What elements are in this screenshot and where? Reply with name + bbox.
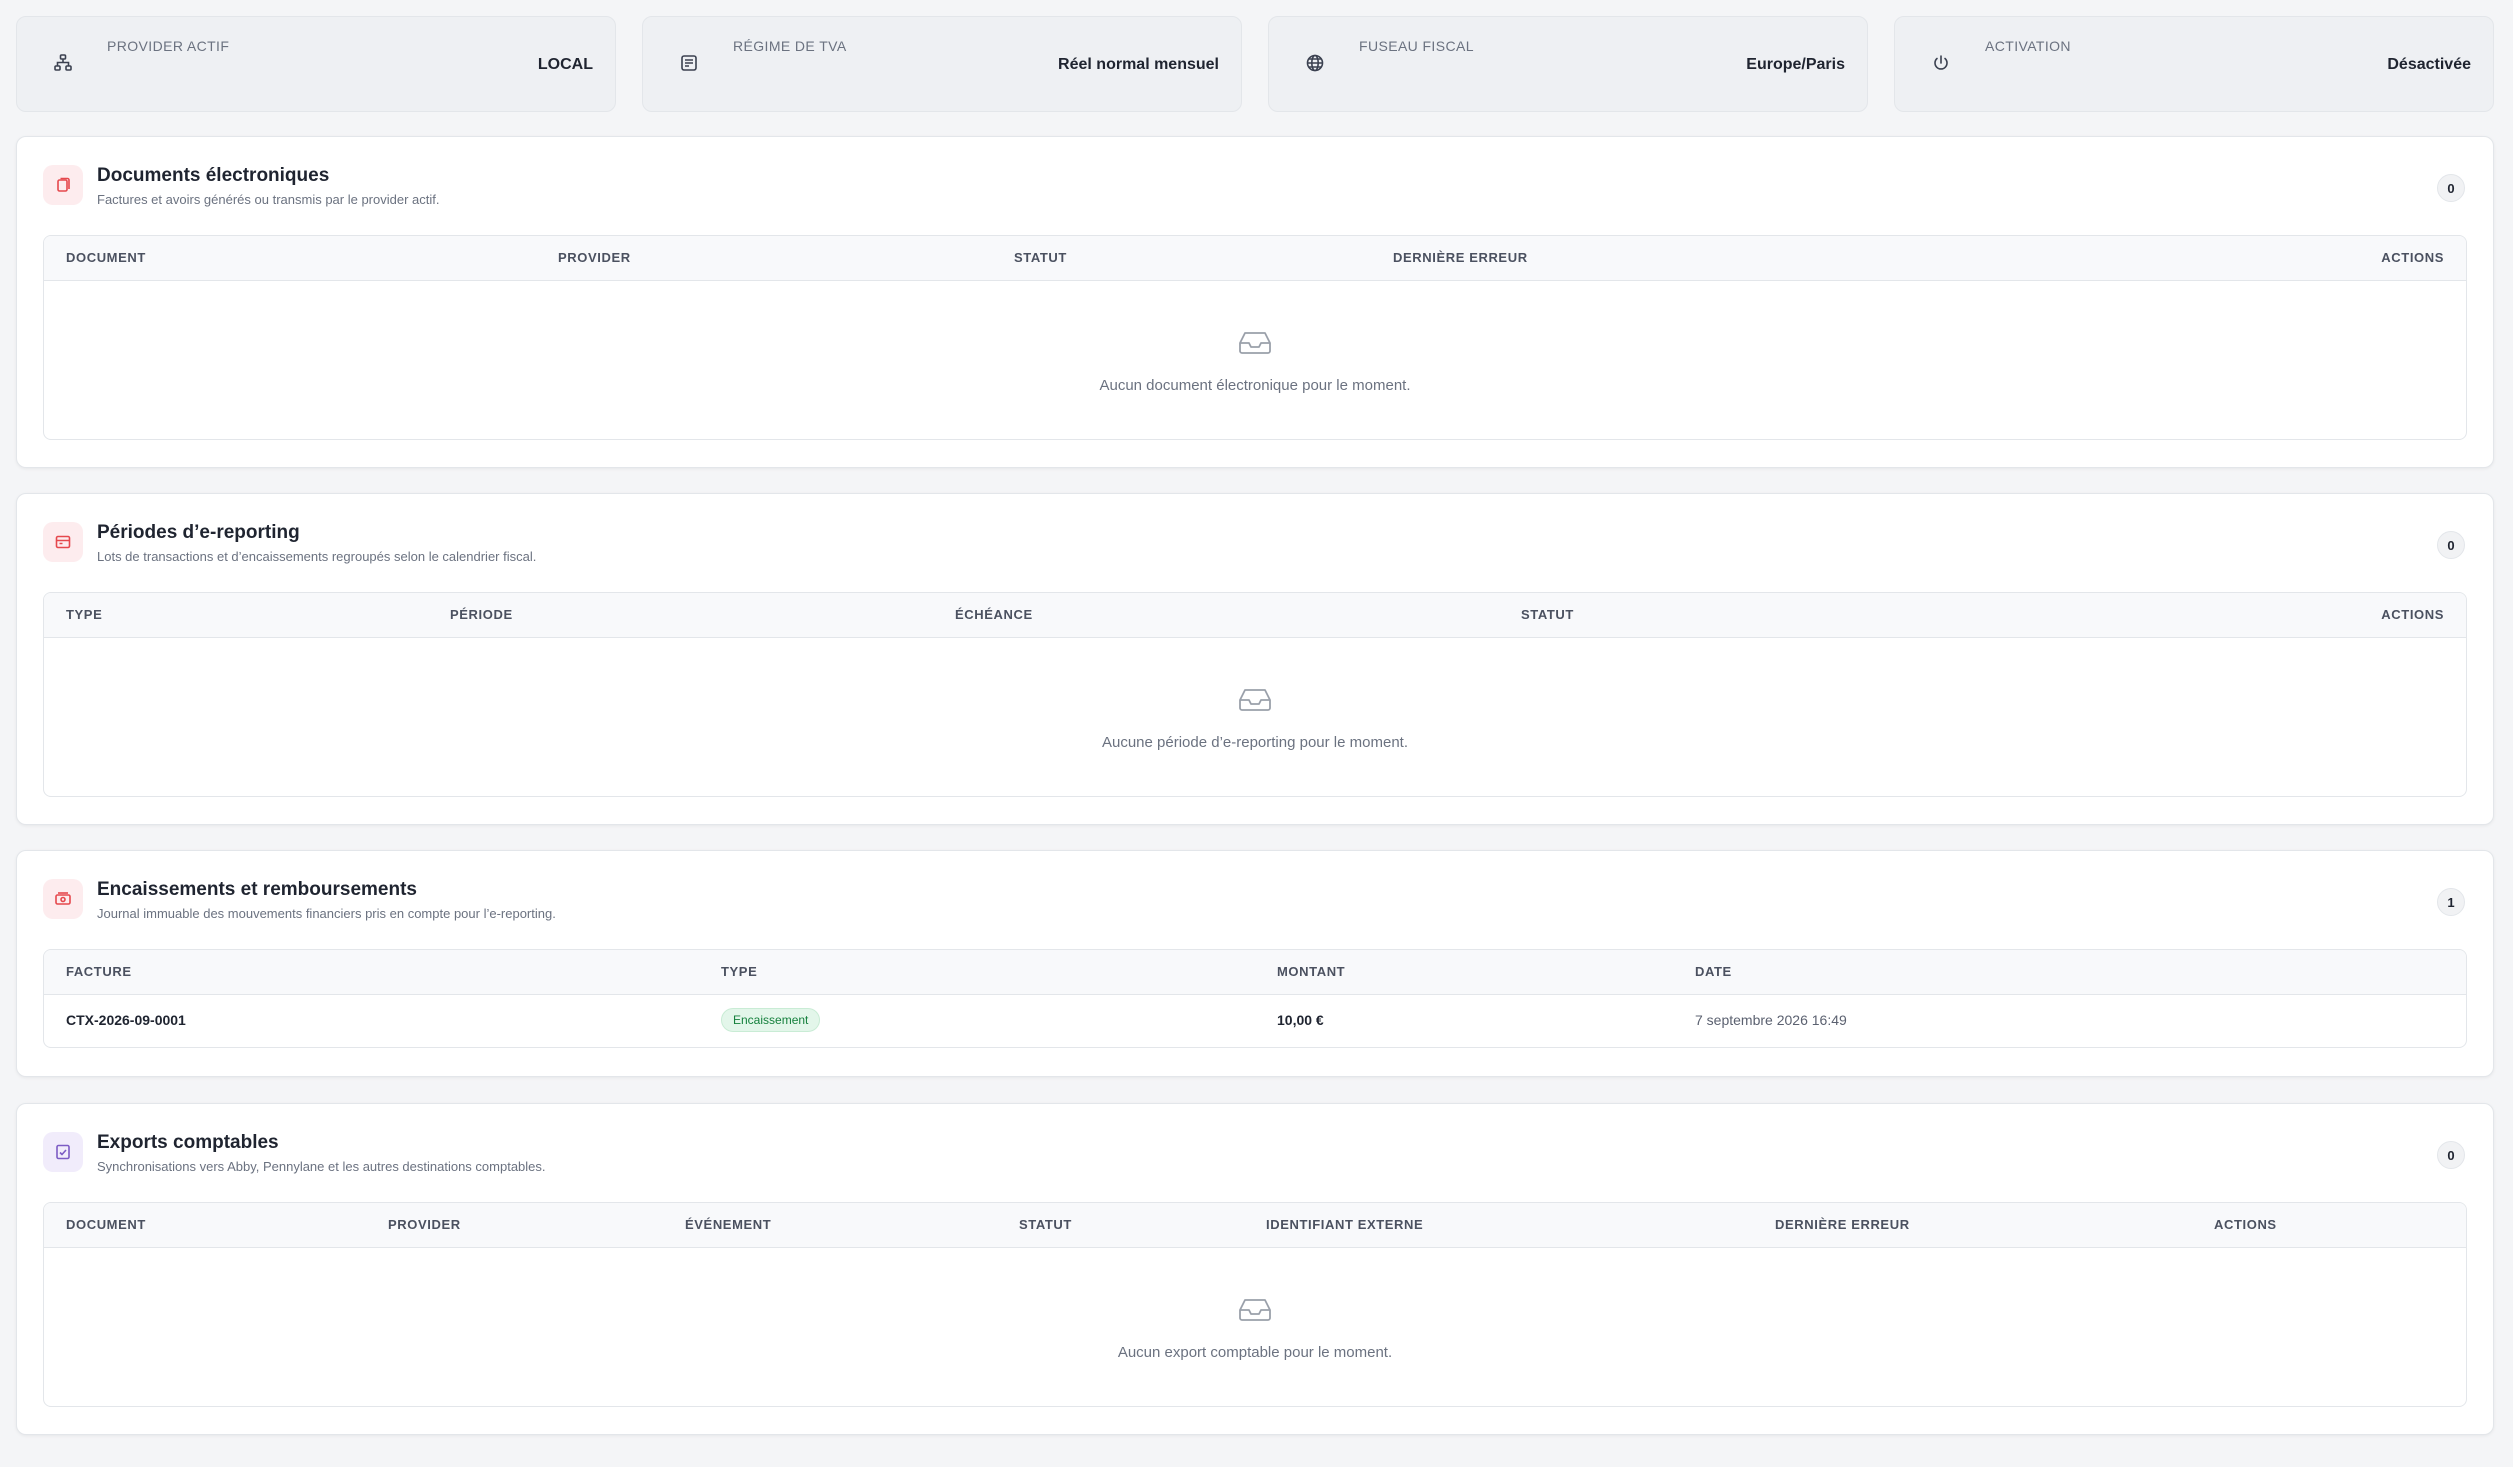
column-header[interactable]: DERNIÈRE ERREUR [1775, 1217, 1910, 1232]
section-exports: Exports comptables Synchronisations vers… [16, 1103, 2494, 1435]
documents-table: DOCUMENT PROVIDER STATUT DERNIÈRE ERREUR… [43, 235, 2467, 440]
column-header[interactable]: DATE [1695, 964, 1732, 979]
column-header[interactable]: PÉRIODE [450, 607, 513, 622]
column-header[interactable]: TYPE [66, 607, 102, 622]
count-badge: 0 [2437, 174, 2465, 202]
section-subtitle: Factures et avoirs générés ou transmis p… [97, 192, 440, 207]
column-header[interactable]: ÉVÉNEMENT [685, 1217, 771, 1232]
section-subtitle: Synchronisations vers Abby, Pennylane et… [97, 1159, 546, 1174]
stat-value: Réel normal mensuel [1058, 56, 1219, 73]
section-header: Exports comptables Synchronisations vers… [17, 1104, 2493, 1202]
stats-row: PROVIDER ACTIF LOCAL RÉGIME DE TVA Réel … [16, 16, 2494, 112]
section-payments: Encaissements et remboursements Journal … [16, 850, 2494, 1077]
invoice-cell[interactable]: CTX-2026-09-0001 [66, 1012, 186, 1028]
table-header: DOCUMENT PROVIDER ÉVÉNEMENT STATUT IDENT… [44, 1203, 2466, 1248]
stat-value: LOCAL [537, 56, 593, 73]
column-header[interactable]: DOCUMENT [66, 250, 146, 265]
stat-value: Désactivée [2387, 56, 2471, 73]
column-header[interactable]: STATUT [1014, 250, 1067, 265]
inbox-icon [1239, 332, 1271, 354]
section-subtitle: Lots de transactions et d’encaissements … [97, 549, 537, 564]
invoice-icon [681, 55, 697, 71]
section-header: Documents électroniques Factures et avoi… [17, 137, 2493, 235]
table-row[interactable]: CTX-2026-09-0001 Encaissement 10,00 € 7 … [44, 995, 2466, 1047]
column-header[interactable]: IDENTIFIANT EXTERNE [1266, 1217, 1423, 1232]
column-header: ACTIONS [2381, 250, 2444, 265]
stat-provider: PROVIDER ACTIF LOCAL [16, 16, 616, 112]
stat-label: PROVIDER ACTIF [107, 38, 230, 54]
exports-table: DOCUMENT PROVIDER ÉVÉNEMENT STATUT IDENT… [43, 1202, 2467, 1407]
empty-message: Aucun export comptable pour le moment. [1117, 1344, 1393, 1361]
amount-cell: 10,00 € [1277, 1012, 1324, 1028]
column-header[interactable]: TYPE [721, 964, 757, 979]
column-header[interactable]: STATUT [1521, 607, 1574, 622]
table-header: FACTURE TYPE MONTANT DATE [44, 950, 2466, 995]
calendar-icon [43, 522, 83, 562]
column-header[interactable]: DOCUMENT [66, 1217, 146, 1232]
table-header: DOCUMENT PROVIDER STATUT DERNIÈRE ERREUR… [44, 236, 2466, 281]
empty-message: Aucune période d’e-reporting pour le mom… [1101, 734, 1408, 751]
section-periods: Périodes d’e-reporting Lots de transacti… [16, 493, 2494, 825]
column-header[interactable]: DERNIÈRE ERREUR [1393, 250, 1528, 265]
date-cell: 7 septembre 2026 16:49 [1695, 1012, 1847, 1028]
inbox-icon [1239, 689, 1271, 711]
section-title: Documents électroniques [97, 165, 330, 186]
periods-table: TYPE PÉRIODE ÉCHÉANCE STATUT ACTIONS Auc… [43, 592, 2467, 797]
count-badge: 0 [2437, 531, 2465, 559]
empty-state: Aucun export comptable pour le moment. [44, 1248, 2466, 1406]
column-header[interactable]: STATUT [1019, 1217, 1072, 1232]
empty-message: Aucun document électronique pour le mome… [1099, 377, 1411, 394]
globe-icon [1306, 54, 1324, 72]
column-header[interactable]: MONTANT [1277, 964, 1345, 979]
count-badge: 0 [2437, 1141, 2465, 1169]
column-header[interactable]: FACTURE [66, 964, 132, 979]
stat-label: RÉGIME DE TVA [733, 38, 847, 54]
inbox-icon [1239, 1299, 1271, 1321]
stat-activation: ACTIVATION Désactivée [1894, 16, 2494, 112]
empty-state: Aucune période d’e-reporting pour le mom… [44, 638, 2466, 796]
empty-state: Aucun document électronique pour le mome… [44, 281, 2466, 439]
section-title: Encaissements et remboursements [97, 879, 417, 900]
section-title: Exports comptables [97, 1132, 279, 1153]
section-documents: Documents électroniques Factures et avoi… [16, 136, 2494, 468]
checklist-icon [43, 1132, 83, 1172]
section-header: Périodes d’e-reporting Lots de transacti… [17, 494, 2493, 592]
section-title: Périodes d’e-reporting [97, 522, 300, 543]
sitemap-icon [54, 54, 72, 71]
section-subtitle: Journal immuable des mouvements financie… [97, 906, 556, 921]
stat-value: Europe/Paris [1746, 56, 1845, 73]
column-header[interactable]: ÉCHÉANCE [955, 607, 1033, 622]
column-header: ACTIONS [2381, 607, 2444, 622]
payments-table: FACTURE TYPE MONTANT DATE CTX-2026-09-00… [43, 949, 2467, 1048]
stat-label: ACTIVATION [1985, 38, 2071, 54]
type-badge: Encaissement [721, 1008, 821, 1032]
cash-icon [43, 879, 83, 919]
count-badge: 1 [2437, 888, 2465, 916]
column-header[interactable]: PROVIDER [558, 250, 631, 265]
column-header: ACTIONS [2214, 1217, 2277, 1232]
column-header[interactable]: PROVIDER [388, 1217, 461, 1232]
power-icon [1934, 55, 1948, 70]
stat-vat-regime: RÉGIME DE TVA Réel normal mensuel [642, 16, 1242, 112]
stat-label: FUSEAU FISCAL [1359, 38, 1474, 54]
page: PROVIDER ACTIF LOCAL RÉGIME DE TVA Réel … [16, 16, 2494, 1435]
section-header: Encaissements et remboursements Journal … [17, 851, 2493, 949]
document-icon [43, 165, 83, 205]
table-header: TYPE PÉRIODE ÉCHÉANCE STATUT ACTIONS [44, 593, 2466, 638]
stat-timezone: FUSEAU FISCAL Europe/Paris [1268, 16, 1868, 112]
